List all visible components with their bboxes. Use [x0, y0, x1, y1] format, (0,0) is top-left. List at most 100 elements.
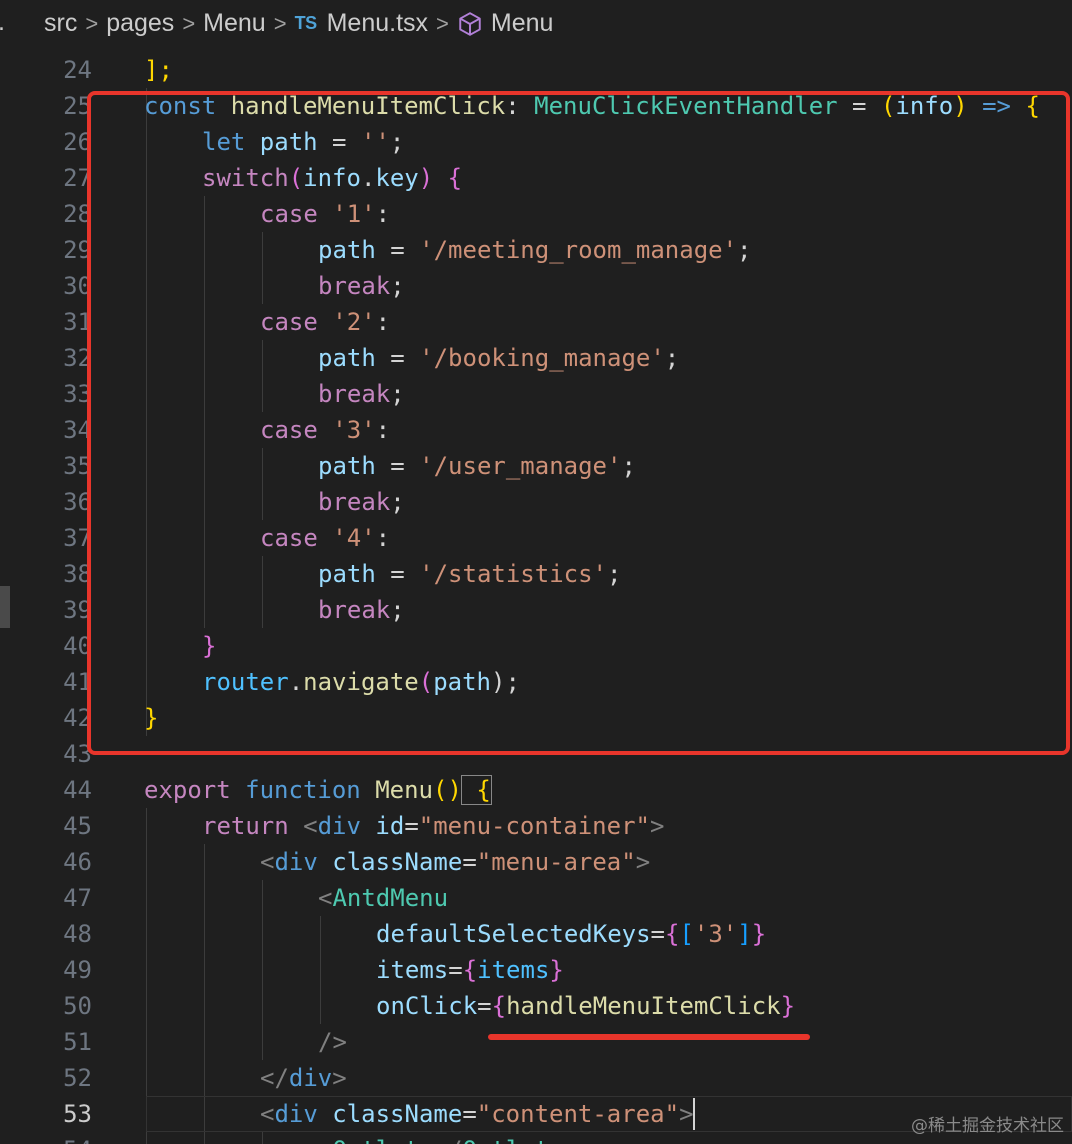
line-number: 50 [63, 992, 92, 1020]
token: path [245, 128, 318, 156]
token: path [318, 452, 376, 480]
token: "content-area" [476, 1100, 680, 1128]
token: '2' [317, 308, 376, 336]
token: = [375, 560, 420, 588]
token: export [144, 776, 231, 804]
token: . [288, 668, 304, 696]
token: case [260, 524, 318, 552]
line-number: 52 [63, 1064, 92, 1092]
token: path [318, 236, 376, 264]
token: "menu-area" [476, 848, 636, 876]
breadcrumb-item-src[interactable]: src [44, 9, 77, 38]
token: break [318, 596, 391, 624]
token: break [318, 272, 391, 300]
token: => [967, 92, 1026, 120]
token: ); [491, 668, 520, 696]
token: { [433, 164, 463, 192]
token: . [360, 164, 376, 192]
token: ]; [144, 56, 173, 84]
token: path [318, 560, 376, 588]
token: = [837, 92, 881, 120]
token: info [303, 164, 361, 192]
line-number: 45 [63, 812, 92, 840]
token: </ [260, 1064, 289, 1092]
token: '/meeting_room_manage' [419, 236, 738, 264]
code-line: 24 ]; [0, 52, 1072, 88]
token: router [202, 668, 289, 696]
chevron-right-icon: > [436, 10, 449, 36]
line-number-active: 53 [63, 1100, 92, 1128]
code-line: 46 <div className="menu-area"> [0, 844, 1072, 880]
token: = [404, 812, 419, 840]
token: = [317, 128, 361, 156]
token: ; [664, 344, 680, 372]
token: key [375, 164, 419, 192]
breadcrumb-item-menu-folder[interactable]: Menu [203, 9, 266, 38]
token: ; [607, 560, 622, 588]
token: switch [202, 164, 289, 192]
token: handleMenuItemClick [506, 992, 781, 1020]
token: className [317, 848, 463, 876]
line-number: 43 [63, 740, 92, 768]
line-number: 32 [63, 344, 92, 372]
line-number: 28 [63, 200, 92, 228]
token: navigate [303, 668, 419, 696]
breadcrumb-item-symbol[interactable]: Menu [491, 9, 554, 38]
token: id [360, 812, 405, 840]
watermark: @稀土掘金技术社区 [911, 1116, 1064, 1136]
code-line: 33 break; [0, 376, 1072, 412]
code-line: 47 <AntdMenu [0, 880, 1072, 916]
token: Outlet [332, 1136, 419, 1144]
token: { [491, 992, 507, 1020]
token: = [375, 344, 420, 372]
code-line: 28 case '1': [0, 196, 1072, 232]
breadcrumb-edge: . [0, 8, 5, 37]
code-line: 32 path = '/booking_manage'; [0, 340, 1072, 376]
line-number: 33 [63, 380, 92, 408]
token: ></ [419, 1136, 462, 1144]
line-number: 49 [63, 956, 92, 984]
token: } [780, 992, 796, 1020]
code-line: 41 router.navigate(path); [0, 664, 1072, 700]
line-number: 26 [63, 128, 92, 156]
token: = [477, 992, 492, 1020]
code-line: 43 [0, 736, 1072, 772]
token: : [375, 200, 391, 228]
token: Menu [360, 776, 433, 804]
token: ; [389, 128, 405, 156]
token: ) [953, 92, 968, 120]
token: ; [390, 488, 405, 516]
line-number: 24 [63, 56, 92, 84]
token: const [144, 92, 217, 120]
token: function [230, 776, 361, 804]
code-line: 51 /> [0, 1024, 1072, 1060]
token: '3' [317, 416, 376, 444]
token: ( [288, 164, 304, 192]
token: > [649, 812, 665, 840]
breadcrumb-item-pages[interactable]: pages [106, 9, 174, 38]
token: } [549, 956, 564, 984]
token: = [650, 920, 665, 948]
line-number: 31 [63, 308, 92, 336]
token: '/user_manage' [419, 452, 622, 480]
token: ; [390, 380, 405, 408]
chevron-right-icon: > [85, 10, 99, 36]
token: case [260, 200, 318, 228]
cube-symbol-icon [457, 11, 483, 37]
code-line: 42 } [0, 700, 1072, 736]
token: "menu-container" [418, 812, 650, 840]
token: ; [737, 236, 752, 264]
token: } [144, 704, 159, 732]
token: defaultSelectedKeys [376, 920, 651, 948]
code-line: 35 path = '/user_manage'; [0, 448, 1072, 484]
code-editor[interactable]: 24 ]; 25 const handleMenuItemClick: Menu… [0, 52, 1072, 1144]
token: : [375, 416, 391, 444]
line-number: 44 [63, 776, 92, 804]
code-line: 44 export function Menu() { [0, 772, 1072, 808]
breadcrumb-item-file[interactable]: Menu.tsx [327, 9, 428, 38]
line-number: 25 [63, 92, 92, 120]
token: MenuClickEventHandler [534, 92, 838, 120]
code-line: 27 switch(info.key) { [0, 160, 1072, 196]
token: { [460, 775, 492, 805]
token: '3' [693, 920, 738, 948]
